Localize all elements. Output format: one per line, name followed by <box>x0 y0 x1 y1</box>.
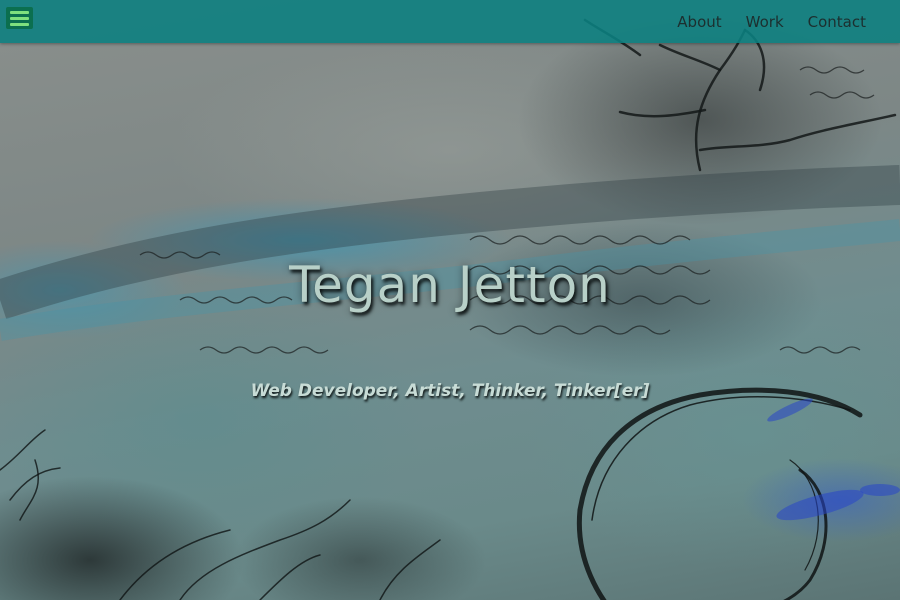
nav-link-contact[interactable]: Contact <box>808 13 866 31</box>
hero-title: Tegan Jetton <box>289 256 611 314</box>
nav-link-work[interactable]: Work <box>746 13 784 31</box>
hero-subtitle: Web Developer, Artist, Thinker, Tinker[e… <box>250 381 650 401</box>
page: About Work Contact Tegan Jetton Web Deve… <box>0 0 900 600</box>
nav-links: About Work Contact <box>653 0 866 43</box>
menu-line <box>10 17 29 20</box>
menu-line <box>10 11 29 14</box>
nav-link-about[interactable]: About <box>677 13 721 31</box>
menu-line <box>10 23 29 26</box>
top-navbar: About Work Contact <box>0 0 900 43</box>
hamburger-menu-icon[interactable] <box>6 7 33 29</box>
